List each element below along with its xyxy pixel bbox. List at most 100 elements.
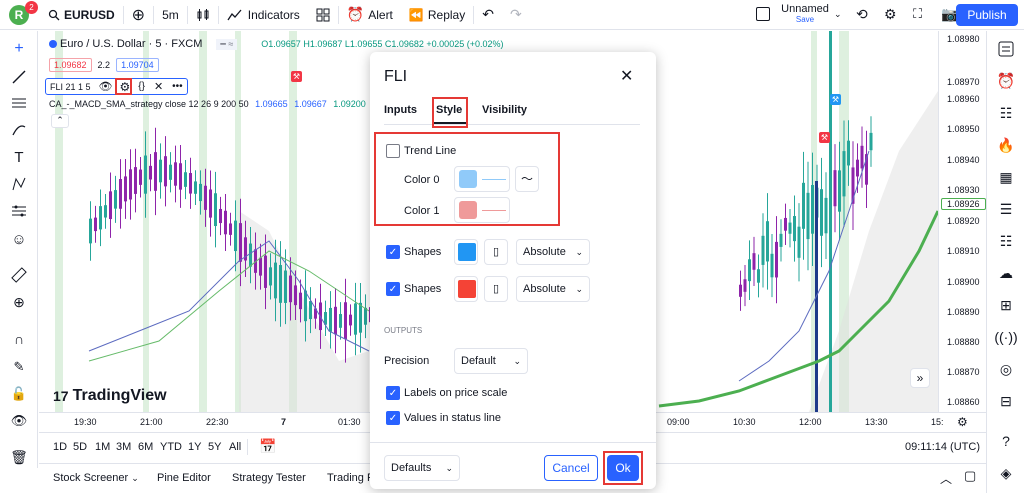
- lock-icon[interactable]: 🔓: [9, 384, 29, 404]
- layout-checkbox-icon[interactable]: [756, 7, 770, 21]
- line-style-icon[interactable]: 〜: [515, 166, 539, 192]
- data-window-icon[interactable]: ☷: [996, 103, 1016, 123]
- replay-button[interactable]: ⏪ Replay: [401, 0, 473, 30]
- redo-button[interactable]: ↷: [502, 0, 530, 30]
- tab-pine-editor[interactable]: Pine Editor: [157, 472, 211, 484]
- defaults-button[interactable]: Defaults ⌄: [384, 455, 460, 481]
- range-1d[interactable]: 1D: [53, 441, 67, 453]
- tab-trading-panel[interactable]: Trading F: [327, 472, 374, 484]
- range-1m[interactable]: 1M: [95, 441, 110, 453]
- shapes1-checkbox[interactable]: ✓: [386, 245, 400, 259]
- close-icon[interactable]: ✕: [154, 80, 163, 93]
- range-1y[interactable]: 1Y: [188, 441, 201, 453]
- gear-icon[interactable]: ⚙: [884, 6, 897, 23]
- cancel-button[interactable]: Cancel: [544, 455, 598, 481]
- bid-price[interactable]: 1.09682: [49, 58, 92, 72]
- ask-price[interactable]: 1.09704: [116, 58, 159, 72]
- trend-line-icon[interactable]: [9, 67, 29, 87]
- price-axis[interactable]: 1.08980 1.08970 1.08960 1.08950 1.08940 …: [938, 31, 986, 412]
- tab-stock-screener[interactable]: Stock Screener ⌄: [53, 472, 139, 484]
- alert-button[interactable]: ⏰ Alert: [339, 0, 401, 30]
- prediction-icon[interactable]: [9, 201, 29, 221]
- color1-swatch[interactable]: [454, 197, 510, 223]
- news-icon[interactable]: ☷: [996, 231, 1016, 251]
- range-ytd[interactable]: YTD: [160, 441, 182, 453]
- trash-icon[interactable]: 🗑: [9, 447, 29, 467]
- horizontal-lines-icon[interactable]: [9, 93, 29, 113]
- tab-strategy-tester[interactable]: Strategy Tester: [232, 472, 306, 484]
- order-panel-icon[interactable]: ⊟: [996, 391, 1016, 411]
- scroll-right-button[interactable]: »: [910, 368, 930, 388]
- collapse-legend-button[interactable]: ⌃: [51, 114, 69, 128]
- source-code-icon[interactable]: {}: [138, 81, 145, 92]
- shapes2-color-button[interactable]: [454, 276, 478, 302]
- eye-icon[interactable]: 👁: [99, 80, 113, 93]
- calendar-icon[interactable]: ▦: [996, 167, 1016, 187]
- range-5y[interactable]: 5Y: [208, 441, 221, 453]
- chart-type-button[interactable]: [188, 0, 218, 30]
- add-symbol-button[interactable]: ⊕: [124, 0, 153, 30]
- avatar-letter: R: [14, 8, 24, 22]
- layout-name-button[interactable]: Unnamed Save: [780, 3, 830, 24]
- tab-inputs[interactable]: Inputs: [384, 104, 417, 116]
- more-icon[interactable]: •••: [172, 81, 183, 92]
- precision-select[interactable]: Default ⌄: [454, 348, 528, 374]
- tab-style[interactable]: Style: [436, 104, 462, 116]
- labels-price-scale-checkbox[interactable]: ✓: [386, 386, 400, 400]
- help-icon[interactable]: ?: [996, 431, 1016, 451]
- range-5d[interactable]: 5D: [73, 441, 87, 453]
- chevron-down-icon[interactable]: ⌄: [834, 9, 842, 20]
- gear-icon[interactable]: ⚙: [957, 415, 968, 429]
- magnet-icon[interactable]: ∩: [9, 329, 29, 349]
- layouts-button[interactable]: [308, 0, 338, 30]
- trend-line-checkbox[interactable]: [386, 144, 400, 158]
- quick-search-icon[interactable]: ⟲: [856, 6, 868, 23]
- shapes1-shape-icon[interactable]: ▯: [484, 239, 508, 265]
- color0-swatch[interactable]: [454, 166, 510, 192]
- pattern-icon[interactable]: [9, 174, 29, 194]
- ideas-icon[interactable]: ☰: [996, 199, 1016, 219]
- alarm-clock-icon[interactable]: ⏰: [996, 71, 1016, 91]
- smiley-icon[interactable]: ☺: [9, 229, 29, 249]
- drawing-toolbar: + T ☺ ⊕ ∩ ✎ 🔓 👁 🗑: [0, 31, 38, 468]
- range-all[interactable]: All: [229, 441, 241, 453]
- hotlist-icon[interactable]: 🔥: [996, 135, 1016, 155]
- brush-icon[interactable]: [9, 119, 29, 139]
- fullscreen-icon[interactable]: ⛶: [913, 6, 922, 22]
- undo-button[interactable]: ↶: [474, 0, 502, 30]
- shapes1-location-select[interactable]: Absolute ⌄: [516, 239, 590, 265]
- close-icon[interactable]: ✕: [620, 66, 633, 86]
- ruler-icon[interactable]: [9, 265, 29, 285]
- values-status-line-checkbox[interactable]: ✓: [386, 411, 400, 425]
- chat-icon[interactable]: ☁: [996, 263, 1016, 283]
- zoom-in-icon[interactable]: ⊕: [9, 292, 29, 312]
- layers-icon[interactable]: ◈: [996, 463, 1016, 483]
- interval-button[interactable]: 5m: [154, 0, 187, 30]
- publish-button[interactable]: Publish: [956, 4, 1018, 26]
- symbol-search[interactable]: EURUSD: [40, 0, 123, 30]
- utc-clock[interactable]: 09:11:14 (UTC): [905, 441, 980, 453]
- shapes2-shape-icon[interactable]: ▯: [484, 276, 508, 302]
- range-3m[interactable]: 3M: [116, 441, 131, 453]
- indicators-button[interactable]: Indicators: [219, 0, 308, 30]
- notifications-icon[interactable]: ◎: [996, 359, 1016, 379]
- shapes2-location-select[interactable]: Absolute ⌄: [516, 276, 590, 302]
- settings-gear-icon[interactable]: ⚙: [120, 80, 131, 94]
- calendar-icon[interactable]: 📅: [259, 438, 276, 455]
- chevron-up-icon[interactable]: ︿: [940, 470, 952, 487]
- eye-toggle-icon[interactable]: ━ ≈: [216, 38, 238, 50]
- range-6m[interactable]: 6M: [138, 441, 153, 453]
- tab-visibility[interactable]: Visibility: [482, 104, 527, 116]
- eye-icon[interactable]: 👁: [9, 411, 29, 431]
- screener-icon[interactable]: ⊞: [996, 295, 1016, 315]
- broadcast-icon[interactable]: ((·)): [994, 327, 1017, 347]
- crosshair-icon[interactable]: +: [9, 39, 29, 59]
- shapes1-color-button[interactable]: [454, 239, 478, 265]
- maximize-icon[interactable]: ▢: [964, 468, 976, 484]
- text-icon[interactable]: T: [9, 147, 29, 167]
- ok-button[interactable]: Ok: [607, 455, 639, 481]
- pencil-lock-icon[interactable]: ✎: [9, 357, 29, 377]
- watchlist-icon[interactable]: [996, 39, 1016, 59]
- shapes2-checkbox[interactable]: ✓: [386, 282, 400, 296]
- fli-legend[interactable]: FLI 21 1 5 👁 ⚙ {} ✕ •••: [45, 78, 188, 95]
